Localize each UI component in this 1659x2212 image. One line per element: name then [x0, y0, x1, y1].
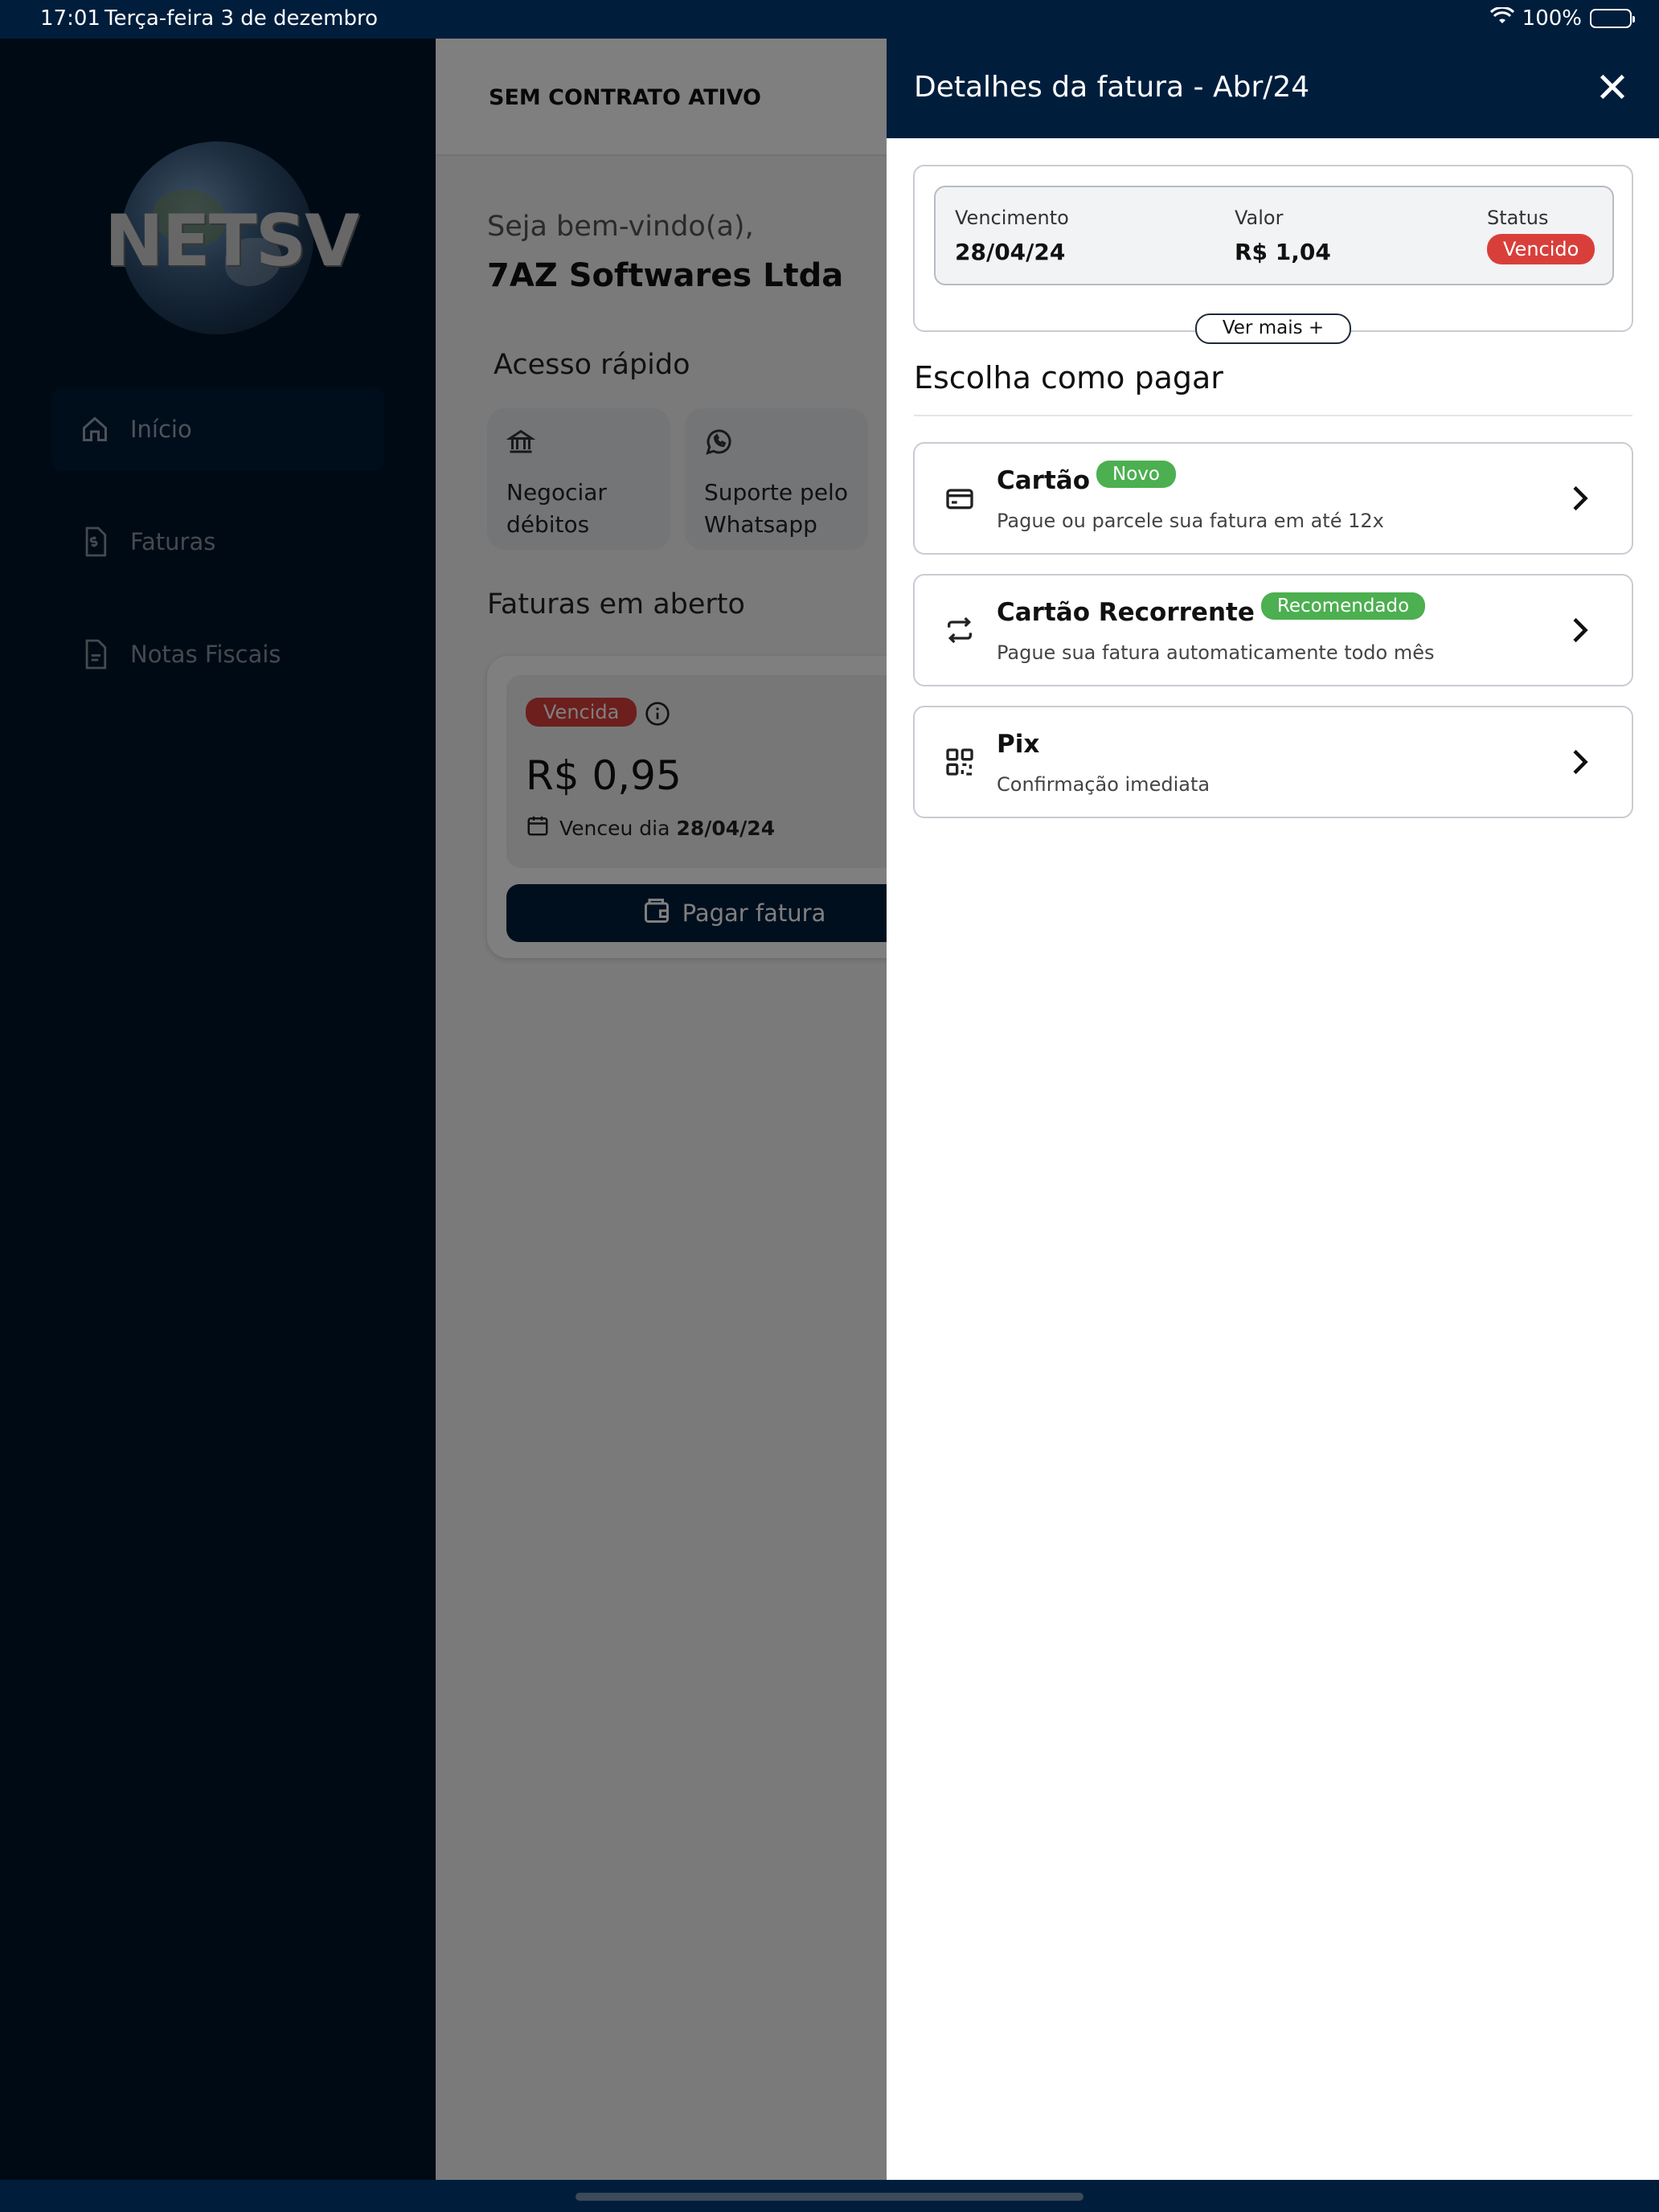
due-column: Vencimento 28/04/24 — [955, 207, 1069, 265]
payment-option-subtitle: Confirmação imediata — [997, 773, 1210, 796]
status-badge: Vencido — [1487, 234, 1596, 264]
status-column: Status Vencido — [1487, 207, 1596, 264]
payment-option-recurring-card[interactable]: Cartão Recorrente Recomendado Pague sua … — [913, 574, 1633, 686]
value-column: Valor R$ 1,04 — [1235, 207, 1331, 265]
payment-option-card[interactable]: Cartão Novo Pague ou parcele sua fatura … — [913, 442, 1633, 555]
payment-option-title-row: Cartão Novo — [997, 461, 1176, 495]
payment-option-title: Cartão Recorrente — [997, 598, 1255, 627]
modal-backdrop[interactable] — [0, 39, 887, 2180]
due-label: Vencimento — [955, 207, 1069, 229]
chevron-right-icon — [1567, 484, 1591, 513]
divider — [914, 415, 1632, 416]
panel-header: Detalhes da fatura - Abr/24 — [887, 39, 1659, 138]
status-date: Terça-feira 3 de dezembro — [104, 6, 379, 31]
invoice-details-panel: Detalhes da fatura - Abr/24 Vencimento 2… — [887, 39, 1659, 2180]
home-indicator[interactable] — [576, 2193, 1083, 2201]
payment-option-title: Pix — [997, 730, 1040, 759]
see-more-button[interactable]: Ver mais + — [1195, 313, 1351, 344]
chevron-right-icon — [1567, 616, 1591, 645]
payment-option-pix[interactable]: Pix Confirmação imediata — [913, 706, 1633, 818]
status-time: 17:01 — [40, 6, 100, 31]
invoice-summary-box: Vencimento 28/04/24 Valor R$ 1,04 Status… — [934, 186, 1614, 285]
qr-code-icon — [944, 746, 976, 778]
value-label: Valor — [1235, 207, 1284, 229]
wifi-icon — [1489, 6, 1514, 31]
new-badge: Novo — [1096, 461, 1176, 488]
panel-title: Detalhes da fatura - Abr/24 — [914, 71, 1310, 104]
battery-percent: 100% — [1522, 6, 1582, 31]
credit-card-icon — [944, 482, 976, 514]
chevron-right-icon — [1567, 748, 1591, 776]
status-label: Status — [1487, 207, 1549, 229]
status-right: 100% — [1489, 6, 1635, 31]
due-value: 28/04/24 — [955, 239, 1066, 265]
choose-payment-title: Escolha como pagar — [914, 360, 1223, 395]
home-bar-area — [0, 2180, 1659, 2212]
payment-option-title: Cartão — [997, 466, 1090, 495]
value-value: R$ 1,04 — [1235, 239, 1331, 265]
invoice-summary: Vencimento 28/04/24 Valor R$ 1,04 Status… — [913, 165, 1633, 332]
battery-icon — [1590, 9, 1635, 28]
close-icon[interactable] — [1596, 71, 1628, 103]
status-bar: 17:01 Terça-feira 3 de dezembro 100% — [0, 0, 1659, 39]
payment-option-title-row: Pix — [997, 730, 1039, 759]
payment-option-subtitle: Pague sua fatura automaticamente todo mê… — [997, 641, 1435, 664]
payment-option-subtitle: Pague ou parcele sua fatura em até 12x — [997, 510, 1384, 532]
recommended-badge: Recomendado — [1260, 592, 1426, 620]
payment-option-title-row: Cartão Recorrente Recomendado — [997, 592, 1426, 627]
repeat-icon — [944, 614, 976, 646]
